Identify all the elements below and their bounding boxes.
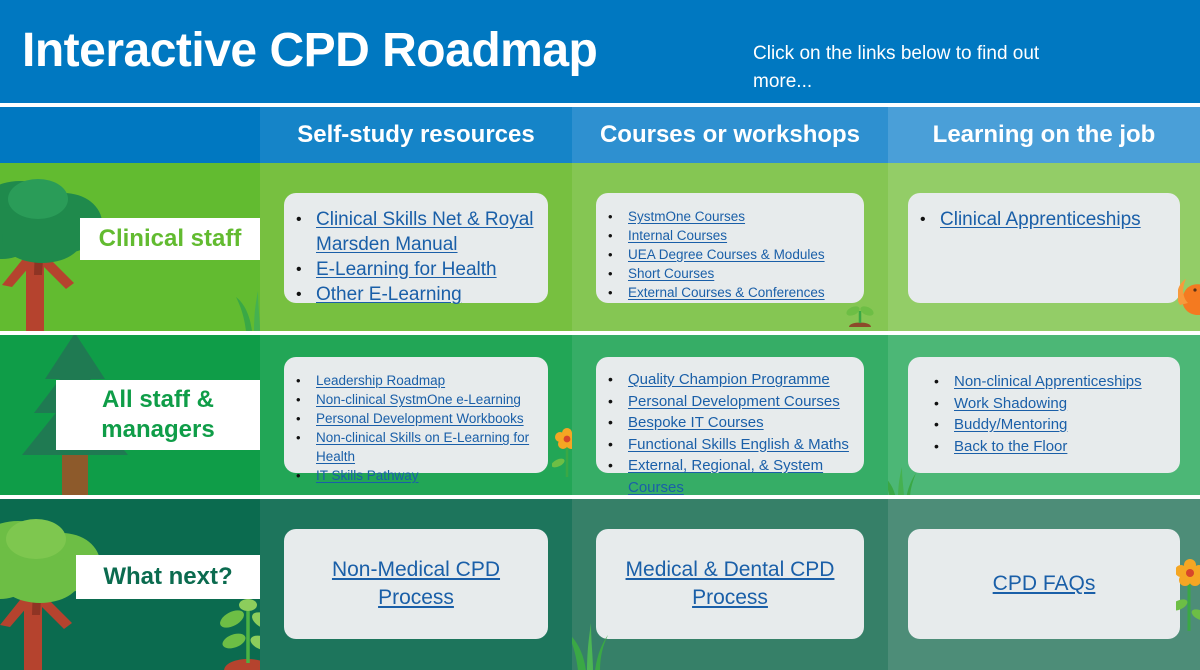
column-header-row: Self-study resources Courses or workshop…	[0, 107, 1200, 163]
column-header-on-the-job: Learning on the job	[888, 107, 1200, 163]
link-list: Clinical Apprenticeships	[918, 207, 1168, 232]
cpd-roadmap-page: Interactive CPD Roadmap Click on the lin…	[0, 0, 1200, 670]
column-header-courses: Courses or workshops	[572, 107, 888, 163]
link-item[interactable]: Back to the Floor	[932, 436, 1168, 458]
row-label-what-next: What next?	[76, 555, 260, 599]
link-item[interactable]: Non-clinical Skills on E-Learning for He…	[294, 428, 536, 466]
link-card: Quality Champion Programme Personal Deve…	[596, 357, 864, 495]
link-card: Clinical Skills Net & Royal Marsden Manu…	[284, 193, 548, 307]
link-card: Clinical Apprenticeships	[908, 193, 1180, 303]
page-title: Interactive CPD Roadmap	[22, 24, 598, 77]
link-item[interactable]: Other E-Learning	[294, 282, 536, 307]
roadmap-grid: Clinical staff Clinical Skills Net & Roy…	[0, 163, 1200, 670]
column-header-self-study: Self-study resources	[260, 107, 572, 163]
link-item[interactable]: Leadership Roadmap	[294, 371, 536, 390]
link-item[interactable]: E-Learning for Health	[294, 257, 536, 282]
link-item[interactable]: Personal Development Workbooks	[294, 409, 536, 428]
row-label-text: What next?	[103, 563, 233, 590]
page-subtitle: Click on the links below to find out mor…	[753, 43, 1040, 92]
link-item[interactable]: Non-Medical CPD Process	[304, 556, 528, 612]
link-item[interactable]: Clinical Skills Net & Royal Marsden Manu…	[294, 207, 536, 257]
link-item[interactable]: Non-clinical Apprenticeships	[932, 371, 1168, 393]
link-item[interactable]: Quality Champion Programme	[606, 369, 854, 391]
cell-clinical-courses: SystmOne Courses Internal Courses UEA De…	[572, 163, 888, 331]
link-list: Clinical Skills Net & Royal Marsden Manu…	[294, 207, 536, 307]
row-label-cell-all-staff: All staff & managers	[0, 335, 260, 495]
cell-clinical-self-study: Clinical Skills Net & Royal Marsden Manu…	[260, 163, 572, 331]
cell-all-staff-courses: Quality Champion Programme Personal Deve…	[572, 335, 888, 495]
column-header-blank	[0, 107, 260, 163]
row-label-cell-what-next: What next?	[0, 499, 260, 670]
cell-clinical-on-the-job: Clinical Apprenticeships	[888, 163, 1200, 331]
link-item[interactable]: Bespoke IT Courses	[606, 412, 854, 434]
link-item[interactable]: CPD FAQs	[993, 570, 1096, 598]
row-label-clinical-staff: Clinical staff	[80, 218, 260, 260]
squirrel-icon	[1178, 279, 1200, 315]
link-list: Non-clinical Apprenticeships Work Shadow…	[932, 371, 1168, 457]
link-item[interactable]: Non-clinical SystmOne e-Learning	[294, 390, 536, 409]
link-card: CPD FAQs	[908, 529, 1180, 639]
row-label-text: All staff & managers	[101, 386, 215, 443]
link-item[interactable]: Internal Courses	[606, 226, 854, 245]
grass-tuft-icon	[236, 291, 260, 331]
link-item[interactable]: Short Courses	[606, 264, 854, 283]
row-label-all-staff-managers: All staff & managers	[56, 380, 260, 450]
link-item[interactable]: IT Skills Pathway	[294, 466, 536, 485]
link-item[interactable]: External, Regional, & System Courses	[606, 455, 854, 495]
cell-all-staff-on-the-job: Non-clinical Apprenticeships Work Shadow…	[888, 335, 1200, 495]
flower-icon	[552, 428, 572, 477]
seedling-sprout-icon	[846, 306, 874, 327]
link-item[interactable]: Functional Skills English & Maths	[606, 434, 854, 456]
cell-what-next-courses: Medical & Dental CPD Process	[572, 499, 888, 670]
row-label-cell-clinical-staff: Clinical staff	[0, 163, 260, 331]
link-list: SystmOne Courses Internal Courses UEA De…	[606, 207, 854, 302]
cell-what-next-on-the-job: CPD FAQs	[888, 499, 1200, 670]
link-item[interactable]: Personal Development Courses	[606, 391, 854, 413]
link-card: Non-Medical CPD Process	[284, 529, 548, 639]
link-card: Medical & Dental CPD Process	[596, 529, 864, 639]
link-list: Leadership Roadmap Non-clinical SystmOne…	[294, 371, 536, 485]
link-item[interactable]: Buddy/Mentoring	[932, 414, 1168, 436]
seedling-sprout-icon	[220, 599, 260, 670]
row-label-text: Clinical staff	[98, 225, 242, 252]
link-item[interactable]: Clinical Apprenticeships	[918, 207, 1168, 232]
link-item[interactable]: External Courses & Conferences	[606, 283, 854, 302]
link-item[interactable]: Medical & Dental CPD Process	[616, 556, 844, 612]
link-card: Non-clinical Apprenticeships Work Shadow…	[908, 357, 1180, 473]
link-item[interactable]: Work Shadowing	[932, 393, 1168, 415]
cell-all-staff-self-study: Leadership Roadmap Non-clinical SystmOne…	[260, 335, 572, 495]
title-bar: Interactive CPD Roadmap Click on the lin…	[0, 0, 1200, 103]
link-item[interactable]: UEA Degree Courses & Modules	[606, 245, 854, 264]
link-card: SystmOne Courses Internal Courses UEA De…	[596, 193, 864, 303]
link-card: Leadership Roadmap Non-clinical SystmOne…	[284, 357, 548, 485]
link-item[interactable]: SystmOne Courses	[606, 207, 854, 226]
link-list: Quality Champion Programme Personal Deve…	[606, 369, 854, 495]
cell-what-next-self-study: Non-Medical CPD Process	[260, 499, 572, 670]
